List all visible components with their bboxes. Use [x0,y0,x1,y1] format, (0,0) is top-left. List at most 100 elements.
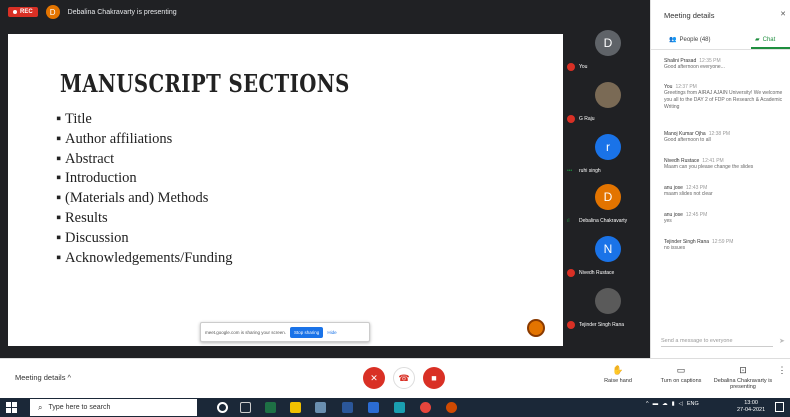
present-screen-icon: ⊡ [739,365,747,375]
word-icon[interactable] [342,402,353,413]
camera-off-button[interactable]: ■ [423,367,445,389]
captions-button[interactable]: ▭ Turn on captions [655,365,707,384]
people-icon: 👥 [669,37,677,43]
close-icon[interactable]: ✕ [780,10,786,18]
file-explorer-icon[interactable] [290,402,301,413]
raise-hand-button[interactable]: ✋ Raise hand [600,365,636,384]
chevron-up-icon: ^ [67,373,72,382]
participant-avatar: D [595,184,621,210]
slide-bullet: ▪ Title [56,111,92,127]
muted-mic-icon [567,269,575,277]
participant-name: G Raju [579,116,595,122]
chat-message: You 12:37 PM Greetings from AIRAJ AJAIN U… [664,84,783,110]
volume-icon[interactable]: ◁ [679,401,683,407]
battery-icon[interactable]: ▮ [672,401,675,407]
speaking-indicator-icon: ••• [567,168,573,174]
chat-message: anu jose 12:43 PM maam slides not clear [664,185,713,197]
self-view-avatar[interactable] [527,319,545,337]
slide-bullet: ▪ Introduction [56,170,137,187]
outlook-icon[interactable] [368,402,379,413]
screen-share-bar: meet.google.com is sharing your screen. … [200,322,370,342]
participant-name: Tejinder Singh Rana [579,322,625,328]
edge-icon[interactable] [394,402,405,413]
muted-mic-icon [567,115,575,123]
participant-avatar: r [595,134,621,160]
divider [651,49,790,50]
participant-tile[interactable]: r ••• ruhi singh [563,130,650,176]
recording-label: REC [20,9,33,15]
chevron-up-icon[interactable]: ^ [646,401,649,407]
participant-photo [595,82,621,108]
search-icon: ⌕ [38,402,43,412]
participant-name: Debalina Chakravarty [579,218,628,224]
muted-mic-icon [567,321,575,329]
speaking-indicator-icon: ıl [567,218,570,224]
more-vert-icon: ⋮ [777,365,787,375]
meet-stage: REC D Debalina Chakravarty is presenting… [0,0,650,358]
record-dot-icon [13,10,17,14]
slide-bullet: ▪ Acknowledgements/Funding [56,249,233,266]
participant-name: You [579,64,588,70]
meeting-details-panel: Meeting details ✕ 👥 People (48) ▰ Chat Sha… [650,0,790,358]
mic-off-button[interactable]: ✕ [363,367,385,389]
presenter-status: Debalina Chakravarty is presenting [67,8,177,16]
tab-chat[interactable]: ▰ Chat [755,36,775,44]
chat-message: Shalini Prasad 12:35 PM Good afternoon ev… [664,58,725,70]
camera-off-icon: ■ [431,373,437,383]
presenting-button[interactable]: ⊡ Debalina Chakravarty is presenting [713,365,773,390]
hang-up-icon: ☎ [398,372,410,383]
hide-share-bar-button[interactable]: Hide [327,330,336,335]
slide-bullet: ▪ Results [56,209,108,226]
meeting-controls-bar: Meeting details ^ ✕ ☎ ■ ✋ Raise hand ▭ Tur… [0,358,790,398]
participant-photo [595,288,621,314]
chat-message: Tejinder Singh Rana 12:59 PM no issues [664,239,734,251]
participant-tile[interactable]: Tejinder Singh Rana [563,284,650,330]
captions-icon: ▭ [676,365,686,375]
slide-bullet: ▪ Discussion [56,229,129,246]
panel-title: Meeting details [664,11,715,20]
taskbar-search[interactable]: ⌕ Type here to search [30,399,197,416]
shared-slide: MANUSCRIPT SECTIONS ▪ Title ▪ Author affil… [8,34,563,346]
stop-sharing-button[interactable]: Stop sharing [290,326,324,338]
excel-icon[interactable] [265,402,276,413]
task-view-icon[interactable] [240,402,251,413]
participant-avatar: D [595,30,621,56]
chat-message: Manoj Kumar Ojha 12:38 PM Good afternoon … [664,131,731,143]
chat-message: anu jose 12:45 PM yes [664,212,708,224]
slide-bullet: ▪ Abstract [56,150,115,167]
chat-message-input[interactable]: Send a message to everyone [661,338,773,347]
leave-call-button[interactable]: ☎ [393,367,415,389]
cloud-icon[interactable]: ☁ [662,401,668,407]
cortana-icon[interactable] [217,402,228,413]
tab-people[interactable]: 👥 People (48) [669,36,711,44]
language-indicator[interactable]: ENG [687,401,699,407]
participant-tiles: D You G Raju r ••• ruhi singh D ıl Debal… [563,24,650,338]
meeting-details-button[interactable]: Meeting details ^ [15,373,71,382]
slide-title: MANUSCRIPT SECTIONS [60,69,350,98]
hand-icon: ✋ [612,365,624,375]
participant-tile[interactable]: G Raju [563,78,650,124]
participant-tile[interactable]: D You [563,26,650,72]
participant-tile[interactable]: D ıl Debalina Chakravarty [563,180,650,226]
participant-tile[interactable]: N Nivedh Rustace [563,232,650,278]
app-icon[interactable] [315,402,326,413]
share-notice: meet.google.com is sharing your screen. [205,329,287,335]
firefox-icon[interactable] [446,402,457,413]
mic-off-icon: ✕ [370,372,378,383]
slide-bullet: ▪ Author affiliations [56,130,173,147]
windows-taskbar: ⌕ Type here to search ^ ▬ ☁ ▮ ◁ ENG 13:0… [0,398,790,417]
taskbar-clock[interactable]: 13:00 27-04-2021 [737,400,765,414]
chat-icon: ▰ [755,37,760,43]
windows-start-icon[interactable] [6,402,17,413]
muted-mic-icon [567,63,575,71]
slide-bullet: ▪ (Materials and) Methods [56,190,209,207]
system-tray: ^ ▬ ☁ ▮ ◁ ENG [646,401,699,407]
network-icon[interactable]: ▬ [653,401,659,407]
chrome-icon[interactable] [420,402,431,413]
presenter-avatar: D [45,5,60,19]
notification-icon[interactable] [775,402,784,412]
participant-name: Nivedh Rustace [579,270,615,276]
send-icon[interactable]: ➤ [779,337,785,345]
more-options-button[interactable]: ⋮ [777,365,787,378]
participant-name: ruhi singh [579,168,601,174]
